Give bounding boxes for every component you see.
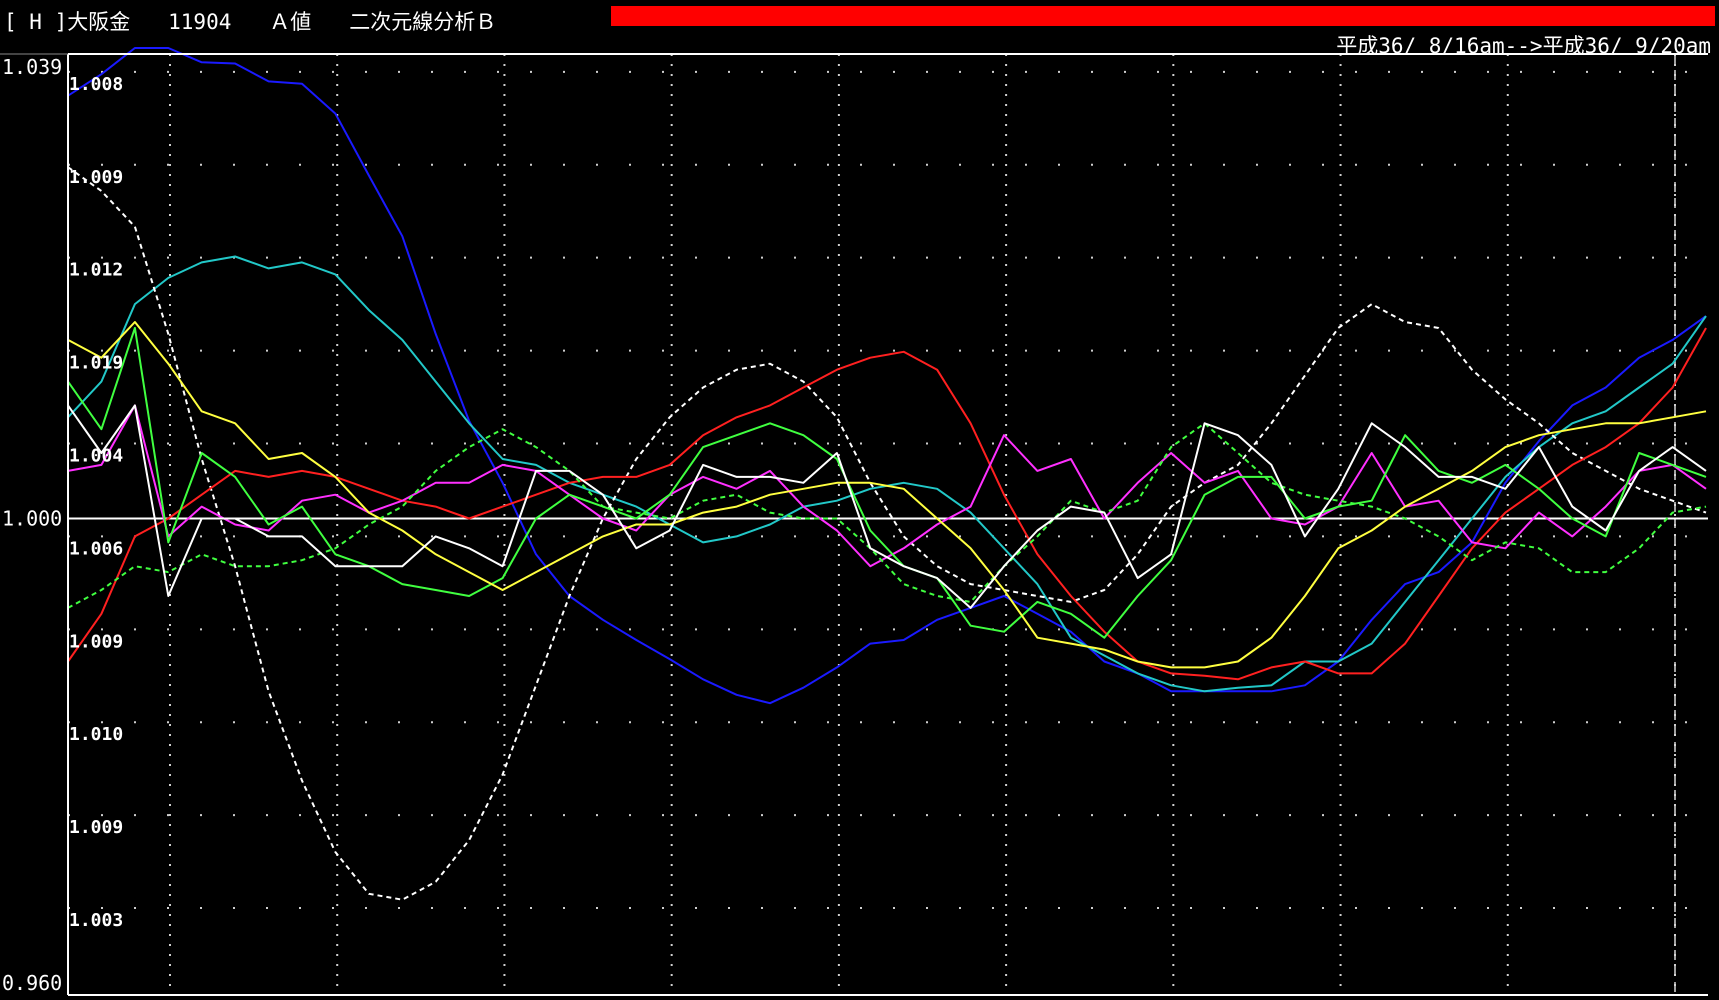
series-line-4 bbox=[67, 327, 1707, 681]
y-axis-label: 0.960 bbox=[2, 971, 62, 995]
y-axis-label: 1.000 bbox=[2, 507, 62, 531]
chart-plot: 1.039 1.000 0.960 1.008 1.009 1.012 1.019 1.004… bbox=[0, 47, 1708, 996]
inner-axis-label: 1.008 bbox=[69, 74, 123, 95]
series-layer bbox=[67, 47, 1707, 901]
inner-axis-label: 1.009 bbox=[69, 631, 123, 652]
inner-axis-label: 1.012 bbox=[69, 260, 123, 281]
series-line-7 bbox=[67, 422, 1707, 609]
inner-axis-label: 1.009 bbox=[69, 167, 123, 188]
frame-layer bbox=[0, 53, 1708, 996]
inner-axis-label: 1.004 bbox=[69, 446, 123, 467]
inner-axis-label: 1.003 bbox=[69, 910, 123, 931]
series-line-1 bbox=[67, 47, 1707, 705]
inner-axis-label: 1.009 bbox=[69, 817, 123, 838]
series-line-8 bbox=[67, 321, 1707, 669]
inner-axis-label: 1.006 bbox=[69, 538, 123, 559]
inner-axis-label: 1.010 bbox=[69, 724, 123, 745]
inner-axis-label: 1.019 bbox=[69, 353, 123, 374]
series-line-9 bbox=[67, 404, 1707, 609]
series-line-6 bbox=[67, 327, 1707, 639]
y-axis-label: 1.039 bbox=[2, 55, 62, 79]
